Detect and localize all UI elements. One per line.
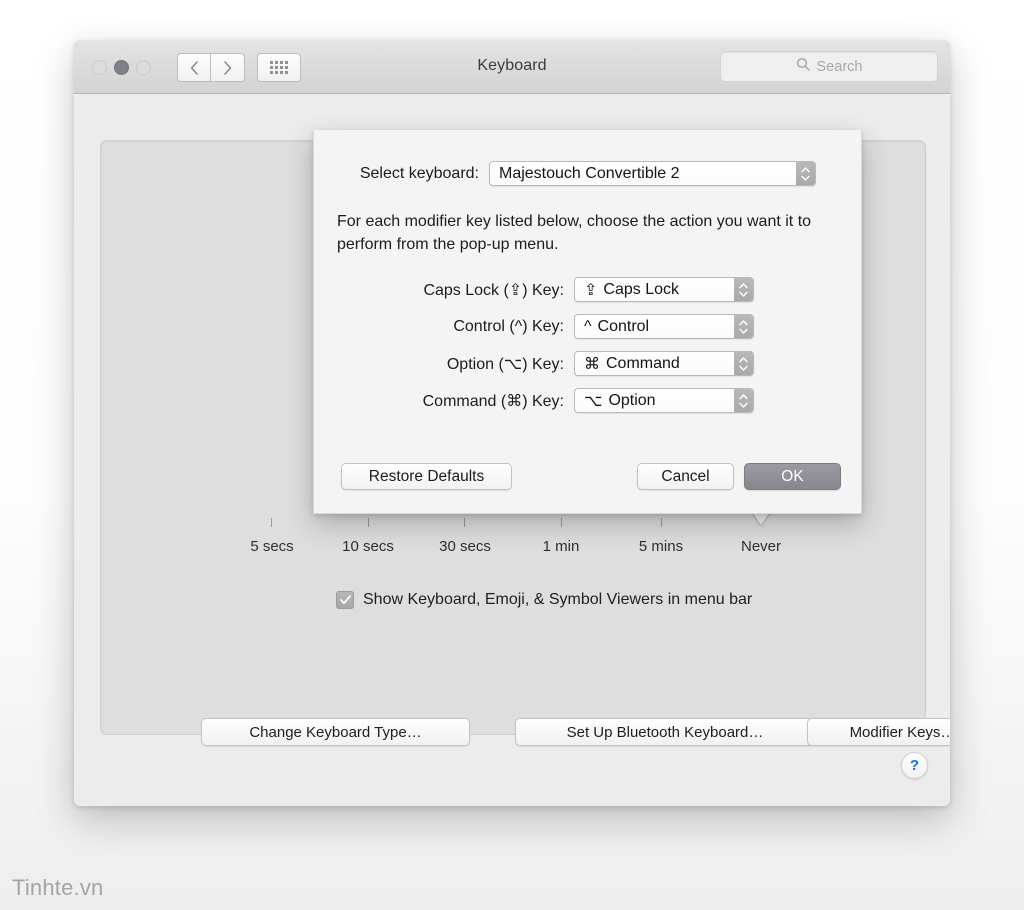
modifier-row-option: Option (⌥) Key: ⌘ Command (314, 351, 861, 376)
key-repeat-delay-slider[interactable]: 5 secs 10 secs 30 secs 1 min 5 mins Neve… (101, 509, 925, 576)
stepper-arrows-icon[interactable] (734, 389, 753, 412)
modifier-label: Control (^) Key: (453, 317, 564, 335)
stepper-arrows-icon[interactable] (796, 162, 815, 185)
modifier-dropdown-command[interactable]: ⌥ Option (574, 388, 754, 413)
modifier-row-caps-lock: Caps Lock (⇪) Key: ⇪ Caps Lock (314, 277, 861, 302)
modifier-label: Option (⌥) Key: (446, 355, 564, 373)
select-keyboard-row: Select keyboard: Majestouch Convertible … (314, 161, 861, 186)
restore-defaults-button[interactable]: Restore Defaults (341, 463, 512, 490)
checkmark-icon (339, 595, 351, 605)
slider-track[interactable] (101, 509, 925, 528)
keyboard-preferences-window: Keyboard Search 5 secs 10 secs 30 secs 1… (74, 40, 950, 806)
slider-tick-label: 5 secs (250, 538, 294, 555)
select-keyboard-label: Select keyboard: (359, 164, 479, 182)
modifier-label: Caps Lock (⇪) Key: (423, 281, 564, 299)
show-viewers-checkbox[interactable] (336, 591, 354, 609)
ok-button[interactable]: OK (744, 463, 841, 490)
dialog-description: For each modifier key listed below, choo… (337, 213, 812, 253)
modifier-keys-dialog: Select keyboard: Majestouch Convertible … (313, 130, 862, 514)
slider-tick-label: 10 secs (342, 538, 394, 555)
window-titlebar: Keyboard Search (74, 40, 950, 94)
modifier-symbol-icon: ⌥ (584, 392, 603, 410)
slider-tick-label: 30 secs (439, 538, 491, 555)
show-viewers-label: Show Keyboard, Emoji, & Symbol Viewers i… (363, 591, 753, 608)
modifier-symbol-icon: ⇪ (584, 281, 598, 299)
stepper-arrows-icon[interactable] (734, 315, 753, 338)
modifier-value: Control (597, 317, 650, 335)
modifier-row-control: Control (^) Key: ^ Control (314, 314, 861, 339)
search-placeholder: Search (816, 58, 863, 75)
selected-keyboard-value: Majestouch Convertible 2 (499, 164, 680, 182)
modifier-value: Command (606, 354, 680, 372)
stepper-arrows-icon[interactable] (734, 352, 753, 375)
modifier-label: Command (⌘) Key: (422, 392, 564, 410)
modifier-keys-button[interactable]: Modifier Keys… (807, 718, 950, 746)
change-keyboard-type-button[interactable]: Change Keyboard Type… (201, 718, 470, 746)
stepper-arrows-icon[interactable] (734, 278, 753, 301)
modifier-dropdown-caps-lock[interactable]: ⇪ Caps Lock (574, 277, 754, 302)
slider-tick-label: 5 mins (638, 538, 684, 555)
select-keyboard-dropdown[interactable]: Majestouch Convertible 2 (489, 161, 816, 186)
screenshot-root: Keyboard Search 5 secs 10 secs 30 secs 1… (0, 0, 1024, 910)
slider-tick-label: 1 min (542, 538, 580, 555)
modifier-value: Caps Lock (603, 280, 679, 298)
slider-tick-label: Never (740, 538, 782, 555)
modifier-dropdown-control[interactable]: ^ Control (574, 314, 754, 339)
modifier-symbol-icon: ⌘ (584, 355, 600, 373)
show-viewers-checkbox-row[interactable]: Show Keyboard, Emoji, & Symbol Viewers i… (336, 591, 752, 609)
modifier-value: Option (608, 391, 656, 409)
search-field[interactable]: Search (720, 51, 938, 82)
set-up-bluetooth-keyboard-button[interactable]: Set Up Bluetooth Keyboard… (515, 718, 815, 746)
watermark: Tinhte.vn (12, 875, 104, 900)
cancel-button[interactable]: Cancel (637, 463, 734, 490)
modifier-row-command: Command (⌘) Key: ⌥ Option (314, 388, 861, 413)
help-button[interactable]: ? (901, 752, 928, 779)
modifier-dropdown-option[interactable]: ⌘ Command (574, 351, 754, 376)
modifier-symbol-icon: ^ (584, 317, 592, 335)
search-icon (796, 57, 810, 76)
